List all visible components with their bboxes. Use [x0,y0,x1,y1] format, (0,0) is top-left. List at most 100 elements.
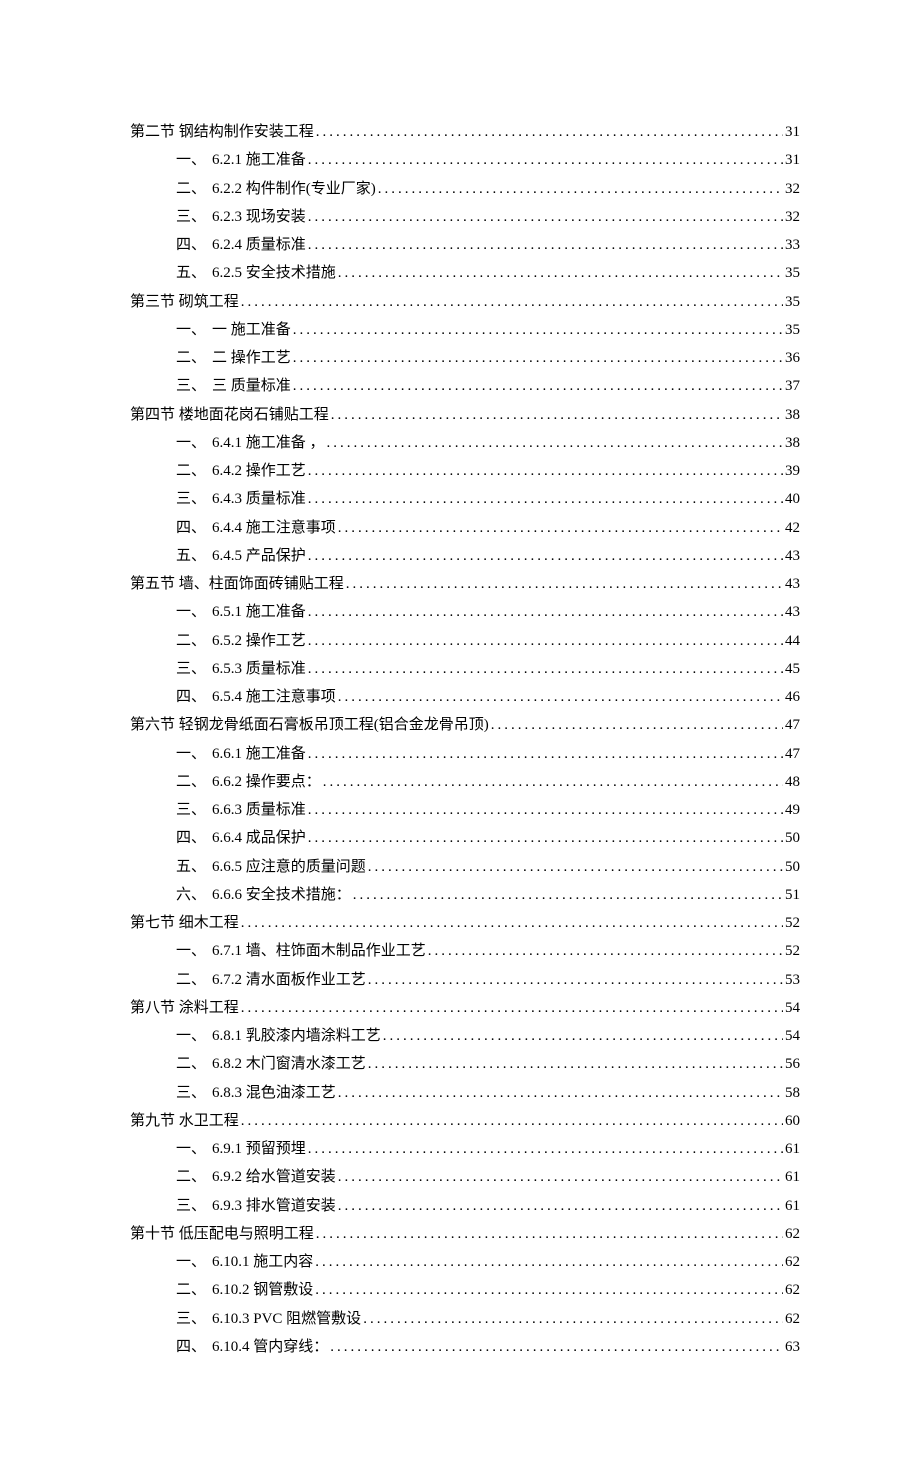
toc-item-number: 二、 [176,629,212,654]
toc-entry-label: 五、6.2.5 安全技术措施 [176,261,336,286]
toc-item-number: 二、 [176,346,212,371]
toc-page-number: 50 [785,826,800,851]
toc-entry: 第二节 钢结构制作安装工程31 [130,120,800,145]
toc-section-prefix: 第十节 [130,1226,175,1242]
toc-item-number: 三、 [176,657,212,682]
toc-entry-title: 三 质量标准 [212,378,291,394]
toc-leader-dots [368,968,783,993]
toc-item-number: 三、 [176,1194,212,1219]
toc-page-number: 40 [785,487,800,512]
toc-entry-label: 三、6.9.3 排水管道安装 [176,1194,336,1219]
toc-entry-label: 二、6.2.2 构件制作(专业厂家) [176,177,376,202]
toc-entry: 一、6.10.1 施工内容 62 [176,1250,800,1275]
toc-entry-label: 四、6.4.4 施工注意事项 [176,516,336,541]
toc-entry: 第六节 轻钢龙骨纸面石膏板吊顶工程(铝合金龙骨吊顶)47 [130,713,800,738]
toc-entry-label: 六、6.6.6 安全技术措施： [176,883,351,908]
toc-entry-label: 一、6.8.1 乳胶漆内墙涂料工艺 [176,1024,381,1049]
toc-item-number: 一、 [176,318,212,343]
toc-entry: 四、6.4.4 施工注意事项42 [176,516,800,541]
toc-entry-label: 三、6.2.3 现场安装 [176,205,306,230]
toc-item-number: 四、 [176,1335,212,1360]
toc-entry-label: 四、6.10.4 管内穿线： [176,1335,328,1360]
toc-page-number: 62 [785,1278,800,1303]
toc-entry-title: 6.2.5 安全技术措施 [212,265,336,281]
toc-entry: 五、6.2.5 安全技术措施35 [176,261,800,286]
toc-entry-label: 第七节 细木工程 [130,911,239,936]
toc-leader-dots [331,403,783,428]
toc-leader-dots [241,1109,783,1134]
toc-entry: 二、6.10.2 钢管敷设62 [176,1278,800,1303]
toc-leader-dots [316,120,783,145]
toc-item-number: 二、 [176,1165,212,1190]
toc-item-number: 三、 [176,374,212,399]
toc-leader-dots [338,261,783,286]
toc-page-number: 38 [785,431,800,456]
toc-entry: 六、6.6.6 安全技术措施：51 [176,883,800,908]
toc-entry: 四、6.10.4 管内穿线：63 [176,1335,800,1360]
toc-leader-dots [241,911,783,936]
toc-entry-title: 6.4.5 产品保护 [212,548,306,564]
toc-entry-title: 6.9.3 排水管道安装 [212,1198,336,1214]
toc-leader-dots [308,657,783,682]
toc-entry-label: 一、6.10.1 施工内容 [176,1250,313,1275]
toc-entry: 五、6.6.5 应注意的质量问题50 [176,855,800,880]
toc-entry-label: 四、6.6.4 成品保护 [176,826,306,851]
toc-leader-dots [293,374,783,399]
toc-item-number: 一、 [176,742,212,767]
toc-entry-label: 四、6.5.4 施工注意事项 [176,685,336,710]
toc-entry-title: 6.2.2 构件制作(专业厂家) [212,181,376,197]
toc-entry-label: 二、6.5.2 操作工艺 [176,629,306,654]
toc-entry-label: 四、6.2.4 质量标准 [176,233,306,258]
toc-entry-title: 6.10.3 PVC 阻燃管敷设 [212,1311,361,1327]
toc-section-prefix: 第七节 [130,915,175,931]
toc-entry-title: 一 施工准备 [212,322,291,338]
toc-entry-label: 一、6.7.1 墙、柱饰面木制品作业工艺 [176,939,426,964]
toc-item-number: 二、 [176,459,212,484]
toc-page-number: 35 [785,290,800,315]
toc-section-prefix: 第九节 [130,1113,175,1129]
toc-page-number: 56 [785,1052,800,1077]
toc-entry: 第四节 楼地面花岗石铺贴工程38 [130,403,800,428]
toc-item-number: 一、 [176,1250,212,1275]
toc-entry: 一、6.7.1 墙、柱饰面木制品作业工艺52 [176,939,800,964]
toc-entry-label: 一、6.6.1 施工准备 [176,742,306,767]
toc-entry: 四、6.6.4 成品保护 50 [176,826,800,851]
toc-leader-dots [315,1250,783,1275]
toc-leader-dots [308,600,783,625]
toc-leader-dots [368,855,783,880]
toc-entry-label: 五、6.4.5 产品保护 [176,544,306,569]
toc-entry-label: 一、6.2.1 施工准备 [176,148,306,173]
toc-entry: 二、6.4.2 操作工艺 39 [176,459,800,484]
toc-item-number: 二、 [176,1278,212,1303]
toc-entry-title: 水卫工程 [179,1113,239,1129]
toc-entry-label: 第九节 水卫工程 [130,1109,239,1134]
toc-page-number: 61 [785,1165,800,1190]
toc-leader-dots [378,177,783,202]
toc-page-number: 62 [785,1250,800,1275]
toc-page-number: 32 [785,205,800,230]
toc-page-number: 39 [785,459,800,484]
toc-entry-label: 第十节 低压配电与照明工程 [130,1222,314,1247]
toc-leader-dots [316,1222,783,1247]
toc-item-number: 四、 [176,233,212,258]
toc-section-prefix: 第三节 [130,294,175,310]
toc-item-number: 一、 [176,1137,212,1162]
toc-page-number: 52 [785,911,800,936]
toc-entry-title: 6.6.6 安全技术措施： [212,887,351,903]
toc-section-prefix: 第二节 [130,124,175,140]
toc-leader-dots [308,1137,783,1162]
toc-page-number: 53 [785,968,800,993]
toc-entry-title: 6.10.1 施工内容 [212,1254,313,1270]
toc-leader-dots [353,883,783,908]
toc-entry: 二、6.7.2 清水面板作业工艺53 [176,968,800,993]
toc-entry-title: 6.4.1 施工准备 ， [212,435,325,451]
toc-entry: 五、6.4.5 产品保护43 [176,544,800,569]
toc-entry-title: 6.6.4 成品保护 [212,830,306,846]
toc-leader-dots [308,826,783,851]
toc-entry-label: 三、6.6.3 质量标准 [176,798,306,823]
toc-entry-title: 6.4.2 操作工艺 [212,463,306,479]
toc-entry-title: 6.10.4 管内穿线： [212,1339,328,1355]
toc-page-number: 50 [785,855,800,880]
toc-page-number: 62 [785,1307,800,1332]
toc-entry-label: 三、三 质量标准 [176,374,291,399]
